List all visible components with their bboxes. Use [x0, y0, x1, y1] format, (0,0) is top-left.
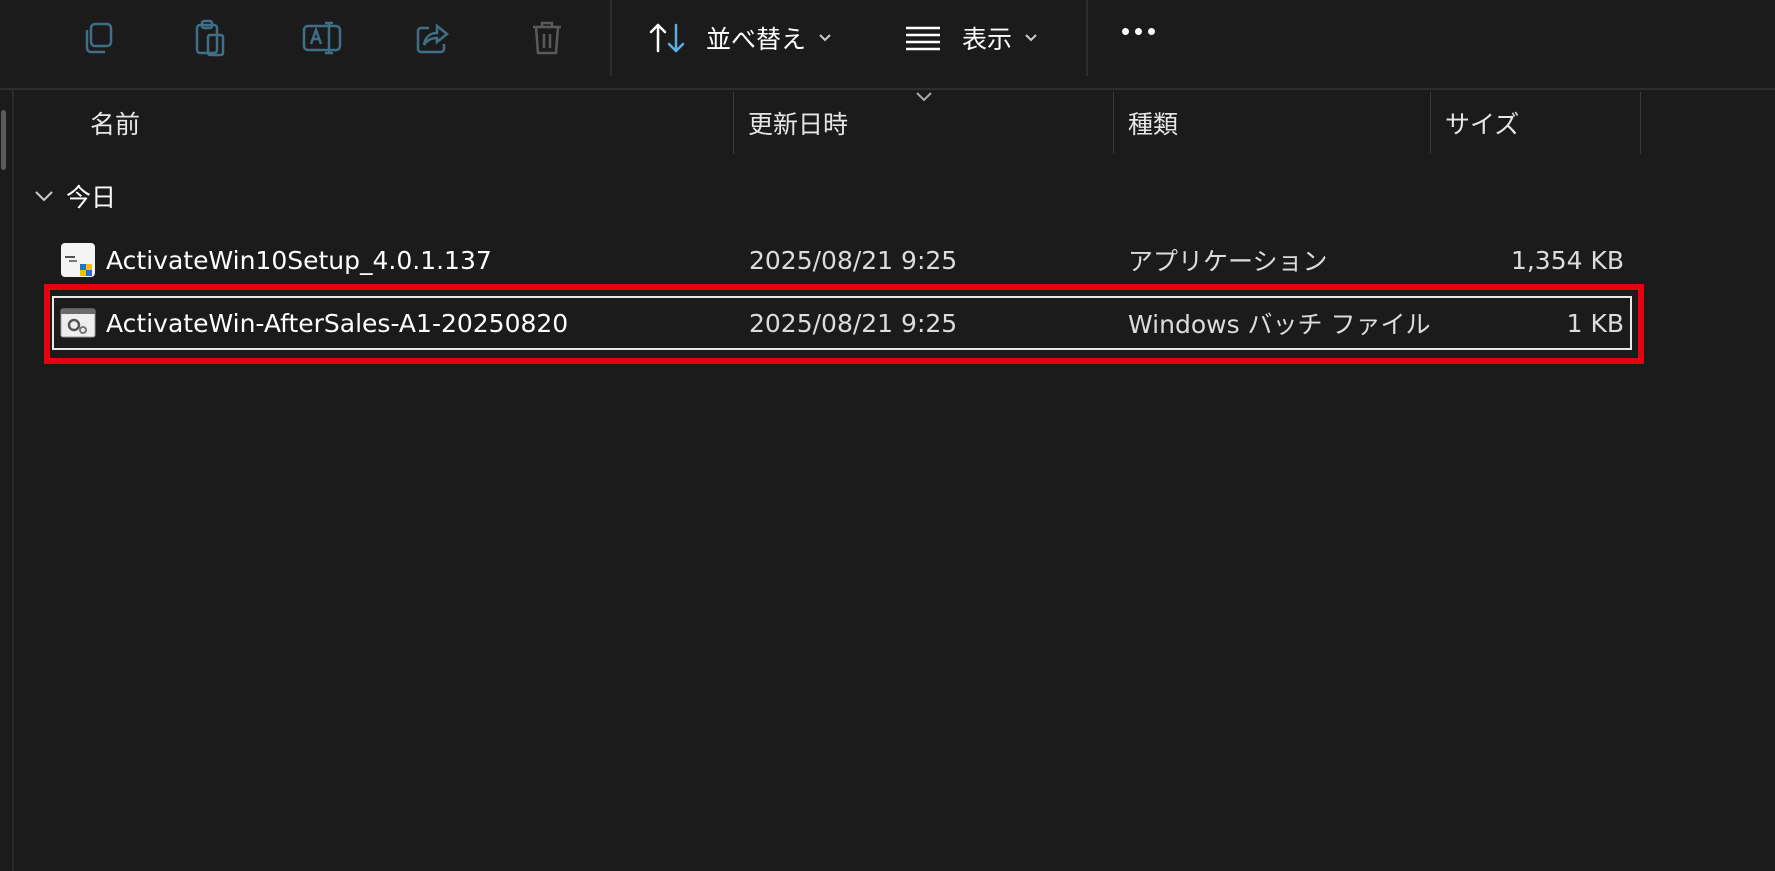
chevron-down-icon: [818, 33, 832, 43]
more-options-button[interactable]: [1122, 28, 1155, 35]
copy-icon[interactable]: [78, 18, 118, 58]
file-size: 1,354 KB: [1510, 245, 1624, 275]
column-header-name-label: 名前: [90, 110, 141, 139]
sort-button[interactable]: 並べ替え: [648, 12, 832, 64]
toolbar-separator: [610, 0, 612, 76]
column-header-type-label: 種類: [1128, 110, 1179, 139]
file-modified: 2025/08/21 9:25: [749, 308, 958, 338]
application-icon: [60, 242, 96, 278]
file-name: ActivateWin10Setup_4.0.1.137: [106, 245, 492, 275]
group-label: 今日: [66, 183, 117, 212]
file-modified: 2025/08/21 9:25: [749, 245, 958, 275]
file-explorer-window: 並べ替え 表示 名前 更新日時 種類 サイズ 今日 ActivateWin10S…: [0, 0, 1775, 871]
column-divider[interactable]: [1113, 92, 1114, 154]
more-icon-dot: [1122, 28, 1129, 35]
share-icon[interactable]: [414, 18, 454, 58]
file-type: Windows バッチ ファイル: [1128, 310, 1431, 339]
file-type: アプリケーション: [1128, 247, 1328, 276]
more-icon-dot: [1148, 28, 1155, 35]
column-header-size[interactable]: サイズ: [1445, 92, 1519, 154]
chevron-down-icon: [1024, 33, 1038, 43]
delete-icon[interactable]: [527, 18, 567, 58]
chevron-down-icon: [34, 190, 54, 202]
column-divider[interactable]: [733, 92, 734, 154]
command-bar: 並べ替え 表示: [0, 0, 1775, 90]
file-size: 1 KB: [1566, 308, 1624, 338]
column-header-modified[interactable]: 更新日時: [748, 92, 848, 154]
navigation-pane-edge: [0, 90, 14, 871]
column-header-type[interactable]: 種類: [1128, 92, 1178, 154]
rename-icon[interactable]: [302, 18, 342, 58]
more-icon-dot: [1135, 28, 1142, 35]
column-header-size-label: サイズ: [1445, 110, 1520, 139]
view-list-icon: [904, 24, 942, 52]
column-header-modified-label: 更新日時: [748, 110, 849, 139]
column-divider[interactable]: [1640, 92, 1641, 154]
sort-icon: [648, 21, 688, 55]
sort-label: 並べ替え: [706, 25, 807, 54]
batch-file-icon: [60, 305, 96, 341]
navigation-scrollbar[interactable]: [1, 110, 6, 170]
file-row[interactable]: ActivateWin10Setup_4.0.1.137 2025/08/21 …: [52, 233, 1632, 287]
toolbar-separator: [1086, 0, 1088, 76]
file-row-selected[interactable]: ActivateWin-AfterSales-A1-20250820 2025/…: [52, 296, 1632, 350]
view-label: 表示: [962, 25, 1013, 54]
view-button[interactable]: 表示: [904, 12, 1038, 64]
column-divider[interactable]: [1430, 92, 1431, 154]
file-name: ActivateWin-AfterSales-A1-20250820: [106, 308, 569, 338]
column-header-name[interactable]: 名前: [90, 92, 140, 154]
group-header-today[interactable]: 今日: [34, 176, 116, 216]
sort-indicator-chevron-icon: [915, 88, 933, 107]
paste-icon[interactable]: [190, 18, 230, 58]
